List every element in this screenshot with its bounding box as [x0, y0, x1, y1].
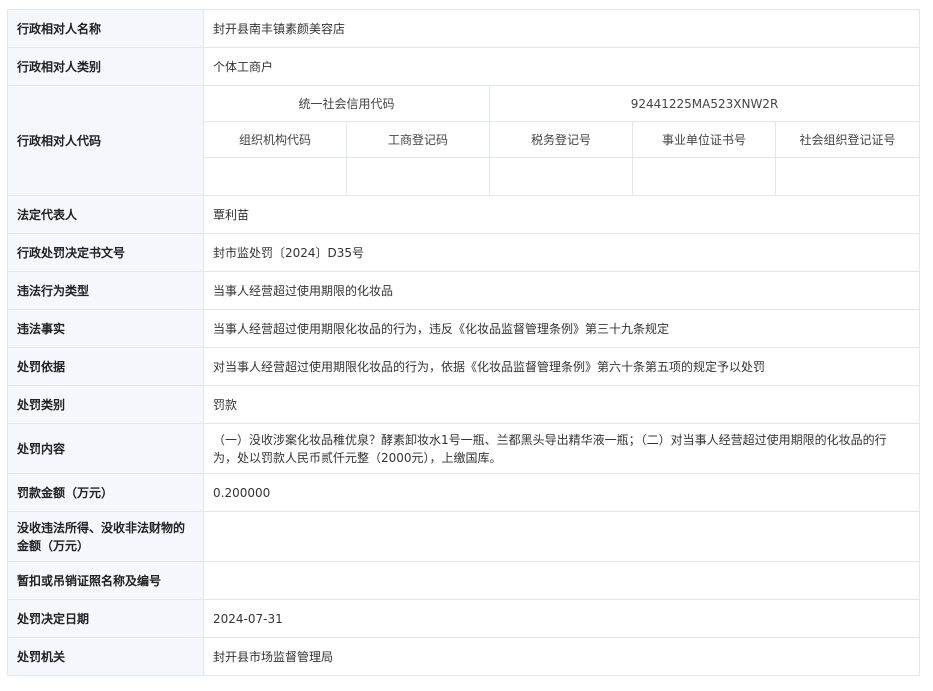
row-name: 行政相对人名称 封开县南丰镇素颜美容店: [7, 9, 920, 48]
value-basis: 对当事人经营超过使用期限化妆品的行为，依据《化妆品监督管理条例》第六十条第五项的…: [203, 347, 920, 386]
value-authority: 封开县市场监督管理局: [203, 637, 920, 676]
value-legal-rep: 覃利苗: [203, 195, 920, 234]
value-date: 2024-07-31: [203, 599, 920, 638]
value-fine: 0.200000: [203, 473, 920, 512]
row-basis: 处罚依据 对当事人经营超过使用期限化妆品的行为，依据《化妆品监督管理条例》第六十…: [7, 347, 920, 386]
row-confiscation: 没收违法所得、没收非法财物的金额（万元）: [7, 511, 920, 562]
value-name: 封开县南丰镇素颜美容店: [203, 9, 920, 48]
row-legal-rep: 法定代表人 覃利苗: [7, 195, 920, 234]
value-confiscation: [203, 511, 920, 562]
social-org-header: 社会组织登记证号: [775, 121, 920, 158]
row-fine: 罚款金额（万元） 0.200000: [7, 473, 920, 512]
label-category: 行政相对人类别: [7, 47, 204, 86]
value-penalty-type: 罚款: [203, 385, 920, 424]
label-authority: 处罚机关: [7, 637, 204, 676]
row-category: 行政相对人类别 个体工商户: [7, 47, 920, 86]
credit-code-label: 统一社会信用代码: [203, 85, 490, 122]
value-content: （一）没收涉案化妆品稚优泉？酵素卸妆水1号一瓶、兰都黑头导出精华液一瓶；（二）对…: [203, 423, 920, 474]
institution-cert-header: 事业单位证书号: [632, 121, 776, 158]
value-facts: 当事人经营超过使用期限化妆品的行为，违反《化妆品监督管理条例》第三十九条规定: [203, 309, 920, 348]
row-facts: 违法事实 当事人经营超过使用期限化妆品的行为，违反《化妆品监督管理条例》第三十九…: [7, 309, 920, 348]
label-confiscation: 没收违法所得、没收非法财物的金额（万元）: [7, 511, 204, 562]
tax-reg-header: 税务登记号: [489, 121, 633, 158]
label-basis: 处罚依据: [7, 347, 204, 386]
label-penalty-type: 处罚类别: [7, 385, 204, 424]
label-code: 行政相对人代码: [7, 85, 204, 196]
business-reg-header: 工商登记码: [346, 121, 490, 158]
institution-cert-value: [632, 157, 776, 196]
business-reg-value: [346, 157, 490, 196]
label-license: 暂扣或吊销证照名称及编号: [7, 561, 204, 600]
label-fine: 罚款金额（万元）: [7, 473, 204, 512]
penalty-record-table: 行政相对人名称 封开县南丰镇素颜美容店 行政相对人类别 个体工商户 行政相对人代…: [7, 9, 920, 676]
value-violation-type: 当事人经营超过使用期限的化妆品: [203, 271, 920, 310]
org-code-value: [203, 157, 347, 196]
label-date: 处罚决定日期: [7, 599, 204, 638]
social-org-value: [775, 157, 920, 196]
row-license: 暂扣或吊销证照名称及编号: [7, 561, 920, 600]
label-name: 行政相对人名称: [7, 9, 204, 48]
tax-reg-value: [489, 157, 633, 196]
row-credit-code: 行政相对人代码 统一社会信用代码 92441225MA523XNW2R: [7, 85, 920, 196]
value-license: [203, 561, 920, 600]
label-violation-type: 违法行为类型: [7, 271, 204, 310]
value-decision-no: 封市监处罚〔2024〕D35号: [203, 233, 920, 272]
row-decision-no: 行政处罚决定书文号 封市监处罚〔2024〕D35号: [7, 233, 920, 272]
credit-code-value: 92441225MA523XNW2R: [489, 85, 920, 122]
label-content: 处罚内容: [7, 423, 204, 474]
value-category: 个体工商户: [203, 47, 920, 86]
row-violation-type: 违法行为类型 当事人经营超过使用期限的化妆品: [7, 271, 920, 310]
row-content: 处罚内容 （一）没收涉案化妆品稚优泉？酵素卸妆水1号一瓶、兰都黑头导出精华液一瓶…: [7, 423, 920, 474]
row-date: 处罚决定日期 2024-07-31: [7, 599, 920, 638]
label-decision-no: 行政处罚决定书文号: [7, 233, 204, 272]
label-facts: 违法事实: [7, 309, 204, 348]
row-authority: 处罚机关 封开县市场监督管理局: [7, 637, 920, 676]
row-penalty-type: 处罚类别 罚款: [7, 385, 920, 424]
org-code-header: 组织机构代码: [203, 121, 347, 158]
label-legal-rep: 法定代表人: [7, 195, 204, 234]
